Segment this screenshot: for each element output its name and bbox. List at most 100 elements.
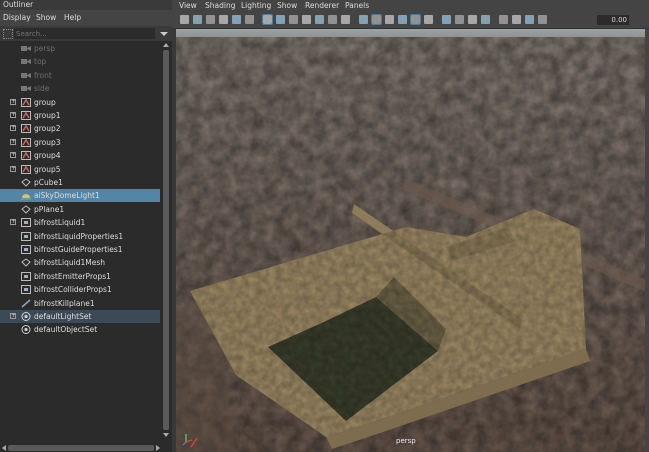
outliner-item[interactable]: + defaultLightSet bbox=[0, 310, 160, 323]
menu-renderer[interactable]: Renderer bbox=[305, 1, 339, 11]
outliner-panel: Outliner Display Show Help persp top front… bbox=[0, 0, 172, 452]
outliner-item[interactable]: + group bbox=[0, 96, 160, 109]
outliner-item[interactable]: front bbox=[0, 69, 160, 82]
scroll-right-arrow-icon[interactable] bbox=[156, 445, 160, 451]
menu-shading[interactable]: Shading bbox=[205, 1, 235, 11]
field-chart-icon[interactable] bbox=[315, 15, 324, 24]
outliner-item[interactable]: defaultObjectSet bbox=[0, 323, 160, 336]
scroll-thumb[interactable] bbox=[163, 50, 169, 430]
outliner-item-label: group4 bbox=[34, 151, 61, 161]
outliner-item[interactable]: + group1 bbox=[0, 109, 160, 122]
bifrost-icon bbox=[21, 218, 31, 228]
outliner-item[interactable]: pPlane1 bbox=[0, 203, 160, 216]
outliner-item[interactable]: bifrostLiquid1Mesh bbox=[0, 256, 160, 269]
menu-show[interactable]: Show bbox=[36, 13, 56, 23]
grease-pencil-icon[interactable] bbox=[232, 15, 241, 24]
skydome-light-icon bbox=[21, 191, 31, 200]
exposure-value-field[interactable]: 0.00 bbox=[597, 15, 629, 25]
menu-lighting[interactable]: Lighting bbox=[241, 1, 271, 11]
camera-select-icon[interactable] bbox=[180, 15, 189, 24]
gate-mask-icon[interactable] bbox=[302, 15, 311, 24]
isolate-select-icon[interactable] bbox=[481, 15, 490, 24]
menu-panels[interactable]: Panels bbox=[345, 1, 369, 11]
outliner-item[interactable]: bifrostColliderProps1 bbox=[0, 283, 160, 296]
image-plane-icon[interactable] bbox=[219, 15, 228, 24]
menu-show-viewport[interactable]: Show bbox=[277, 1, 297, 11]
outliner-item-label: bifrostColliderProps1 bbox=[34, 285, 112, 295]
outliner-item[interactable]: + group4 bbox=[0, 149, 160, 162]
textured-icon[interactable] bbox=[398, 15, 407, 24]
bifrost-icon bbox=[21, 245, 31, 254]
expand-toggle-icon[interactable]: + bbox=[10, 98, 16, 105]
bifrost-icon bbox=[21, 285, 31, 295]
outliner-item-label: bifrostKillplane1 bbox=[34, 298, 95, 308]
smooth-shade-icon[interactable] bbox=[371, 14, 382, 25]
camera-icon bbox=[21, 71, 31, 80]
mesh-icon bbox=[21, 178, 31, 187]
group-icon bbox=[21, 124, 31, 134]
outliner-item[interactable]: bifrostGuideProperties1 bbox=[0, 243, 160, 256]
expand-toggle-icon[interactable]: + bbox=[10, 112, 16, 118]
outliner-item[interactable]: side bbox=[0, 82, 160, 95]
menu-display[interactable]: Display bbox=[3, 13, 31, 23]
default-material-icon[interactable] bbox=[385, 15, 394, 24]
outliner-item-label: pCube1 bbox=[34, 178, 63, 187]
expand-toggle-icon[interactable]: + bbox=[10, 219, 16, 226]
2d-pan-icon[interactable] bbox=[245, 15, 254, 24]
outliner-title-bar: Outliner bbox=[0, 0, 172, 10]
group-icon bbox=[21, 97, 31, 107]
bookmark-icon[interactable] bbox=[206, 15, 215, 24]
exposure-icon[interactable] bbox=[538, 15, 547, 24]
expand-toggle-icon[interactable]: + bbox=[10, 138, 16, 145]
outliner-item[interactable]: top bbox=[0, 55, 160, 68]
use-all-lights-icon[interactable] bbox=[410, 14, 421, 25]
outliner-item[interactable]: persp bbox=[0, 42, 160, 55]
safe-title-icon[interactable] bbox=[341, 15, 350, 24]
expand-toggle-icon[interactable]: + bbox=[10, 165, 16, 172]
camera-attributes-icon[interactable] bbox=[193, 15, 202, 24]
shadows-icon[interactable] bbox=[424, 15, 433, 24]
expand-toggle-icon[interactable]: + bbox=[10, 152, 16, 159]
outliner-item[interactable]: aiSkyDomeLight1 bbox=[0, 189, 160, 203]
horizontal-scroll-thumb[interactable] bbox=[8, 445, 154, 451]
outliner-item[interactable]: bifrostLiquidProperties1 bbox=[0, 230, 160, 243]
filter-toggle-icon[interactable] bbox=[3, 29, 13, 39]
menu-help[interactable]: Help bbox=[64, 13, 81, 23]
group-icon bbox=[21, 137, 31, 147]
outliner-horizontal-scrollbar[interactable] bbox=[0, 444, 162, 452]
search-input[interactable] bbox=[14, 28, 155, 39]
outliner-item[interactable]: + group3 bbox=[0, 136, 160, 149]
3d-viewport[interactable] bbox=[176, 29, 645, 452]
outliner-item-label: defaultLightSet bbox=[34, 312, 92, 321]
screen-ao-icon[interactable] bbox=[442, 15, 451, 24]
menu-view[interactable]: View bbox=[179, 1, 197, 11]
search-dropdown-icon[interactable] bbox=[160, 32, 168, 36]
expand-toggle-icon[interactable]: + bbox=[10, 125, 16, 132]
xray-icon[interactable] bbox=[499, 15, 508, 24]
outliner-item-label: bifrostLiquid1 bbox=[34, 218, 86, 228]
camera-icon bbox=[21, 84, 31, 93]
scroll-down-arrow-icon[interactable] bbox=[163, 433, 169, 437]
film-gate-icon[interactable] bbox=[276, 15, 285, 24]
grid-icon[interactable] bbox=[262, 14, 273, 25]
outliner-vertical-scrollbar[interactable] bbox=[162, 42, 170, 444]
motion-blur-icon[interactable] bbox=[455, 15, 464, 24]
outliner-item[interactable]: + bifrostLiquid1 bbox=[0, 216, 160, 229]
group-icon bbox=[21, 151, 31, 161]
outliner-item[interactable]: pCube1 bbox=[0, 176, 160, 189]
anti-alias-icon[interactable] bbox=[468, 15, 477, 24]
outliner-item[interactable]: bifrostKillplane1 bbox=[0, 297, 160, 310]
xray-active-icon[interactable] bbox=[525, 15, 534, 24]
outliner-item[interactable]: bifrostEmitterProps1 bbox=[0, 270, 160, 283]
scroll-left-arrow-icon[interactable] bbox=[2, 445, 6, 451]
scroll-up-arrow-icon[interactable] bbox=[163, 43, 169, 47]
outliner-item[interactable]: + group2 bbox=[0, 122, 160, 135]
outliner-item-label: group5 bbox=[34, 164, 61, 174]
outliner-item[interactable]: + group5 bbox=[0, 163, 160, 176]
set-icon bbox=[21, 312, 31, 321]
xray-joints-icon[interactable] bbox=[512, 15, 521, 24]
safe-action-icon[interactable] bbox=[328, 15, 337, 24]
wireframe-icon[interactable] bbox=[359, 15, 368, 24]
resolution-gate-icon[interactable] bbox=[289, 15, 298, 24]
expand-toggle-icon[interactable]: + bbox=[10, 313, 16, 319]
